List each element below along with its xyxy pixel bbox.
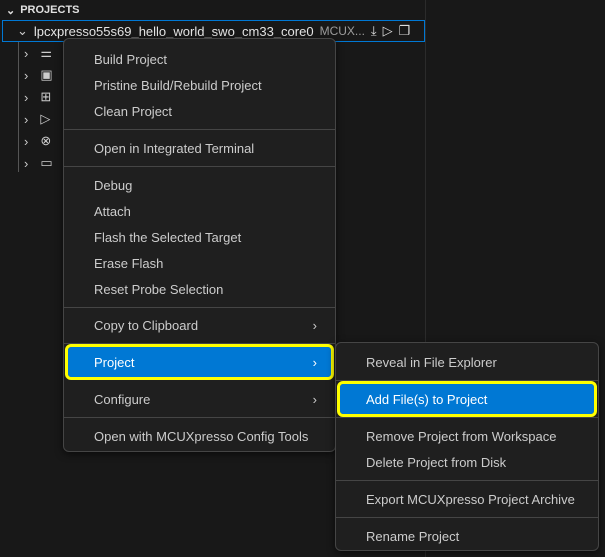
debug-icon: ▷ (40, 111, 51, 126)
tree-item[interactable]: › ⊗ (24, 130, 51, 152)
menu-item-delete-project[interactable]: Delete Project from Disk (340, 449, 594, 475)
separator (64, 343, 335, 344)
schematic-icon: ▣ (40, 67, 53, 82)
menu-item-label: Configure (94, 391, 151, 407)
chevron-down-icon: ⌄ (17, 23, 28, 38)
menu-item-debug[interactable]: Debug (68, 172, 331, 198)
menu-item-copy-clipboard[interactable]: Copy to Clipboard › (68, 312, 331, 338)
separator (336, 517, 598, 518)
separator (64, 129, 335, 130)
menu-item-label: Project (94, 354, 135, 370)
context-menu: Build Project Pristine Build/Rebuild Pro… (63, 38, 336, 452)
chevron-right-icon: › (24, 111, 29, 127)
chevron-down-icon: ⌄ (6, 4, 16, 17)
menu-item-rebuild[interactable]: Pristine Build/Rebuild Project (68, 72, 331, 98)
link-icon: ⊗ (40, 133, 52, 148)
chevron-right-icon: › (24, 89, 29, 105)
chevron-right-icon: › (24, 67, 29, 83)
project-submenu: Reveal in File Explorer Add File(s) to P… (335, 342, 599, 551)
run-icon[interactable]: ▷ (383, 23, 393, 39)
menu-item-build[interactable]: Build Project (68, 46, 331, 72)
extensions-icon: ⊞ (40, 89, 52, 104)
separator (64, 307, 335, 308)
tree-item[interactable]: › ▭ (24, 152, 53, 174)
menu-item-label: Copy to Clipboard (94, 317, 199, 333)
menu-item-reveal[interactable]: Reveal in File Explorer (340, 349, 594, 375)
projects-header[interactable]: ⌄ PROJECTS (6, 2, 80, 18)
menu-item-attach[interactable]: Attach (68, 198, 331, 224)
chevron-right-icon: › (312, 354, 317, 370)
chevron-right-icon: › (312, 317, 317, 333)
settings-sliders-icon: ⚌ (40, 45, 52, 60)
menu-item-clean[interactable]: Clean Project (68, 98, 331, 124)
menu-item-rename-project[interactable]: Rename Project (340, 523, 594, 549)
menu-item-export-archive[interactable]: Export MCUXpresso Project Archive (340, 486, 594, 512)
separator (64, 417, 335, 418)
menu-item-erase-flash[interactable]: Erase Flash (68, 250, 331, 276)
chevron-right-icon: › (24, 45, 29, 61)
download-icon[interactable]: ⤓ (371, 23, 377, 39)
project-description: MCUX... (319, 24, 365, 38)
tree-item[interactable]: › ▣ (24, 64, 53, 86)
folder-icon: ▭ (40, 155, 53, 170)
tree-guide (18, 42, 19, 172)
menu-item-configure[interactable]: Configure › (68, 386, 331, 412)
menu-item-project[interactable]: Project › (65, 344, 334, 380)
separator (336, 380, 598, 381)
menu-item-open-config-tools[interactable]: Open with MCUXpresso Config Tools (68, 423, 331, 449)
separator (336, 417, 598, 418)
copy-icon[interactable]: ❐ (399, 23, 411, 39)
chevron-right-icon: › (24, 155, 29, 171)
chevron-right-icon: › (312, 391, 317, 407)
menu-item-open-terminal[interactable]: Open in Integrated Terminal (68, 135, 331, 161)
tree-item[interactable]: › ⊞ (24, 86, 51, 108)
header-title: PROJECTS (20, 4, 80, 16)
separator (336, 480, 598, 481)
separator (64, 166, 335, 167)
menu-item-remove-project[interactable]: Remove Project from Workspace (340, 423, 594, 449)
menu-item-add-files[interactable]: Add File(s) to Project (337, 381, 597, 417)
project-name: lpcxpresso55s69_hello_world_swo_cm33_cor… (33, 23, 314, 39)
menu-item-reset-probe[interactable]: Reset Probe Selection (68, 276, 331, 302)
chevron-right-icon: › (24, 133, 29, 149)
tree-item[interactable]: › ▷ (24, 108, 50, 130)
tree-item[interactable]: › ⚌ (24, 42, 52, 64)
menu-item-flash[interactable]: Flash the Selected Target (68, 224, 331, 250)
